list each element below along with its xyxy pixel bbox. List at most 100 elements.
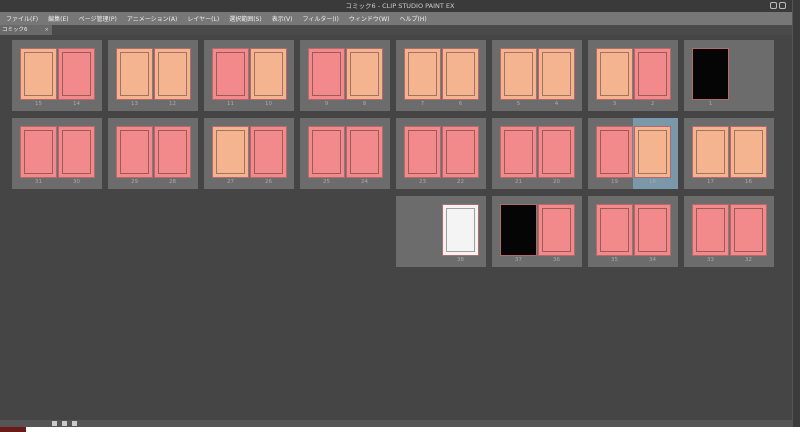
page-thumbnail[interactable]	[596, 204, 633, 256]
page-frame	[600, 52, 629, 96]
menu-layer[interactable]: レイヤー(L)	[187, 14, 219, 23]
page-thumbnail[interactable]	[154, 126, 191, 178]
close-icon[interactable]: ×	[44, 25, 49, 35]
page-thumbnail[interactable]	[442, 204, 479, 256]
page-number: 18	[649, 179, 656, 185]
page-thumbnail[interactable]	[308, 126, 345, 178]
page-thumbnail[interactable]	[404, 48, 441, 100]
page-spread[interactable]: 54	[492, 40, 582, 111]
page-thumbnail[interactable]	[442, 126, 479, 178]
page-thumbnail[interactable]	[730, 126, 767, 178]
page-thumbnail[interactable]	[250, 48, 287, 100]
page-thumbnail[interactable]	[730, 204, 767, 256]
page-thumbnail[interactable]	[308, 48, 345, 100]
page-number: 5	[516, 101, 521, 107]
page-thumbnail[interactable]	[634, 126, 671, 178]
page-frame	[216, 130, 245, 174]
page-thumbnail[interactable]	[20, 126, 57, 178]
page-thumbnail[interactable]	[538, 126, 575, 178]
page-number: 15	[35, 101, 42, 107]
tab-comic[interactable]: コミック6 ×	[0, 25, 52, 35]
page-thumbnail[interactable]	[20, 48, 57, 100]
page-spread[interactable]: 21 20	[492, 118, 582, 189]
page-spread[interactable]: 15 14	[12, 40, 102, 111]
page-spread[interactable]: 98	[300, 40, 390, 111]
page-spread[interactable]: 1	[684, 40, 774, 111]
page-spread[interactable]: 27 26	[204, 118, 294, 189]
page-manager-canvas: 15 14 13 12 11 10 9 8 7 6 5 4 3 2 1 31 30 29 28 27 26 25 24 23 2…	[0, 35, 792, 420]
page-spread[interactable]: 17 16	[684, 118, 774, 189]
tab-bar: コミック6 ×	[0, 25, 792, 35]
fit-icon[interactable]	[72, 421, 77, 426]
page-thumbnail[interactable]	[596, 126, 633, 178]
page-thumbnail[interactable]	[500, 126, 537, 178]
page-number: 35	[611, 257, 618, 263]
page-spread[interactable]: 31 30	[12, 118, 102, 189]
page-number: 33	[707, 257, 714, 263]
page-frame	[542, 130, 571, 174]
page-thumbnail[interactable]	[212, 126, 249, 178]
menu-file[interactable]: ファイル(F)	[6, 14, 38, 23]
page-frame	[312, 52, 341, 96]
page-number: 38	[457, 257, 464, 263]
menu-animation[interactable]: アニメーション(A)	[127, 14, 178, 23]
zoom-in-icon[interactable]	[62, 421, 67, 426]
page-frame	[696, 208, 725, 252]
menu-selection[interactable]: 選択範囲(S)	[229, 14, 262, 23]
page-thumbnail[interactable]	[538, 204, 575, 256]
page-thumbnail[interactable]	[116, 48, 153, 100]
page-thumbnail[interactable]	[250, 126, 287, 178]
page-thumbnail[interactable]	[692, 204, 729, 256]
page-spread[interactable]: 35 34	[588, 196, 678, 267]
menu-help[interactable]: ヘルプ(H)	[399, 14, 426, 23]
page-thumbnail[interactable]	[212, 48, 249, 100]
page-thumbnail[interactable]	[154, 48, 191, 100]
page-thumbnail[interactable]	[346, 48, 383, 100]
page-spread[interactable]: 11 10	[204, 40, 294, 111]
zoom-out-icon[interactable]	[52, 421, 57, 426]
page-thumbnail[interactable]	[58, 126, 95, 178]
menu-filter[interactable]: フィルター(I)	[303, 14, 339, 23]
page-thumbnail[interactable]	[442, 48, 479, 100]
minimize-icon[interactable]	[770, 2, 777, 9]
page-spread[interactable]: 13 12	[108, 40, 198, 111]
status-bar	[0, 420, 792, 427]
page-frame	[504, 130, 533, 174]
page-thumbnail[interactable]	[500, 48, 537, 100]
menu-edit[interactable]: 編集(E)	[48, 14, 68, 23]
page-thumbnail[interactable]	[404, 126, 441, 178]
page-frame	[24, 130, 53, 174]
page-frame	[734, 130, 763, 174]
page-frame	[408, 52, 437, 96]
page-spread[interactable]: 38	[396, 196, 486, 267]
page-thumbnail[interactable]	[116, 126, 153, 178]
page-frame	[158, 130, 187, 174]
page-number: 29	[131, 179, 138, 185]
page-spread[interactable]: 19 18	[588, 118, 678, 189]
page-spread[interactable]: 25 24	[300, 118, 390, 189]
menu-page[interactable]: ページ管理(P)	[79, 14, 117, 23]
title-bar: コミック6 - CLIP STUDIO PAINT EX	[0, 0, 800, 12]
page-spread[interactable]: 29 28	[108, 118, 198, 189]
maximize-icon[interactable]	[779, 2, 786, 9]
page-number: 2	[650, 101, 655, 107]
page-thumbnail[interactable]	[692, 48, 729, 100]
page-number: 23	[419, 179, 426, 185]
page-frame	[600, 130, 629, 174]
page-thumbnail[interactable]	[692, 126, 729, 178]
page-spread[interactable]: 37 36	[492, 196, 582, 267]
menu-view[interactable]: 表示(V)	[272, 14, 293, 23]
page-thumbnail[interactable]	[346, 126, 383, 178]
page-spread[interactable]: 33 32	[684, 196, 774, 267]
page-thumbnail[interactable]	[538, 48, 575, 100]
menu-window[interactable]: ウィンドウ(W)	[349, 14, 390, 23]
page-spread[interactable]: 23 22	[396, 118, 486, 189]
page-thumbnail[interactable]	[500, 204, 537, 256]
page-thumbnail[interactable]	[596, 48, 633, 100]
page-thumbnail[interactable]	[58, 48, 95, 100]
page-spread[interactable]: 32	[588, 40, 678, 111]
page-thumbnail[interactable]	[634, 48, 671, 100]
side-panel-strip[interactable]	[792, 0, 800, 432]
page-spread[interactable]: 76	[396, 40, 486, 111]
page-thumbnail[interactable]	[634, 204, 671, 256]
